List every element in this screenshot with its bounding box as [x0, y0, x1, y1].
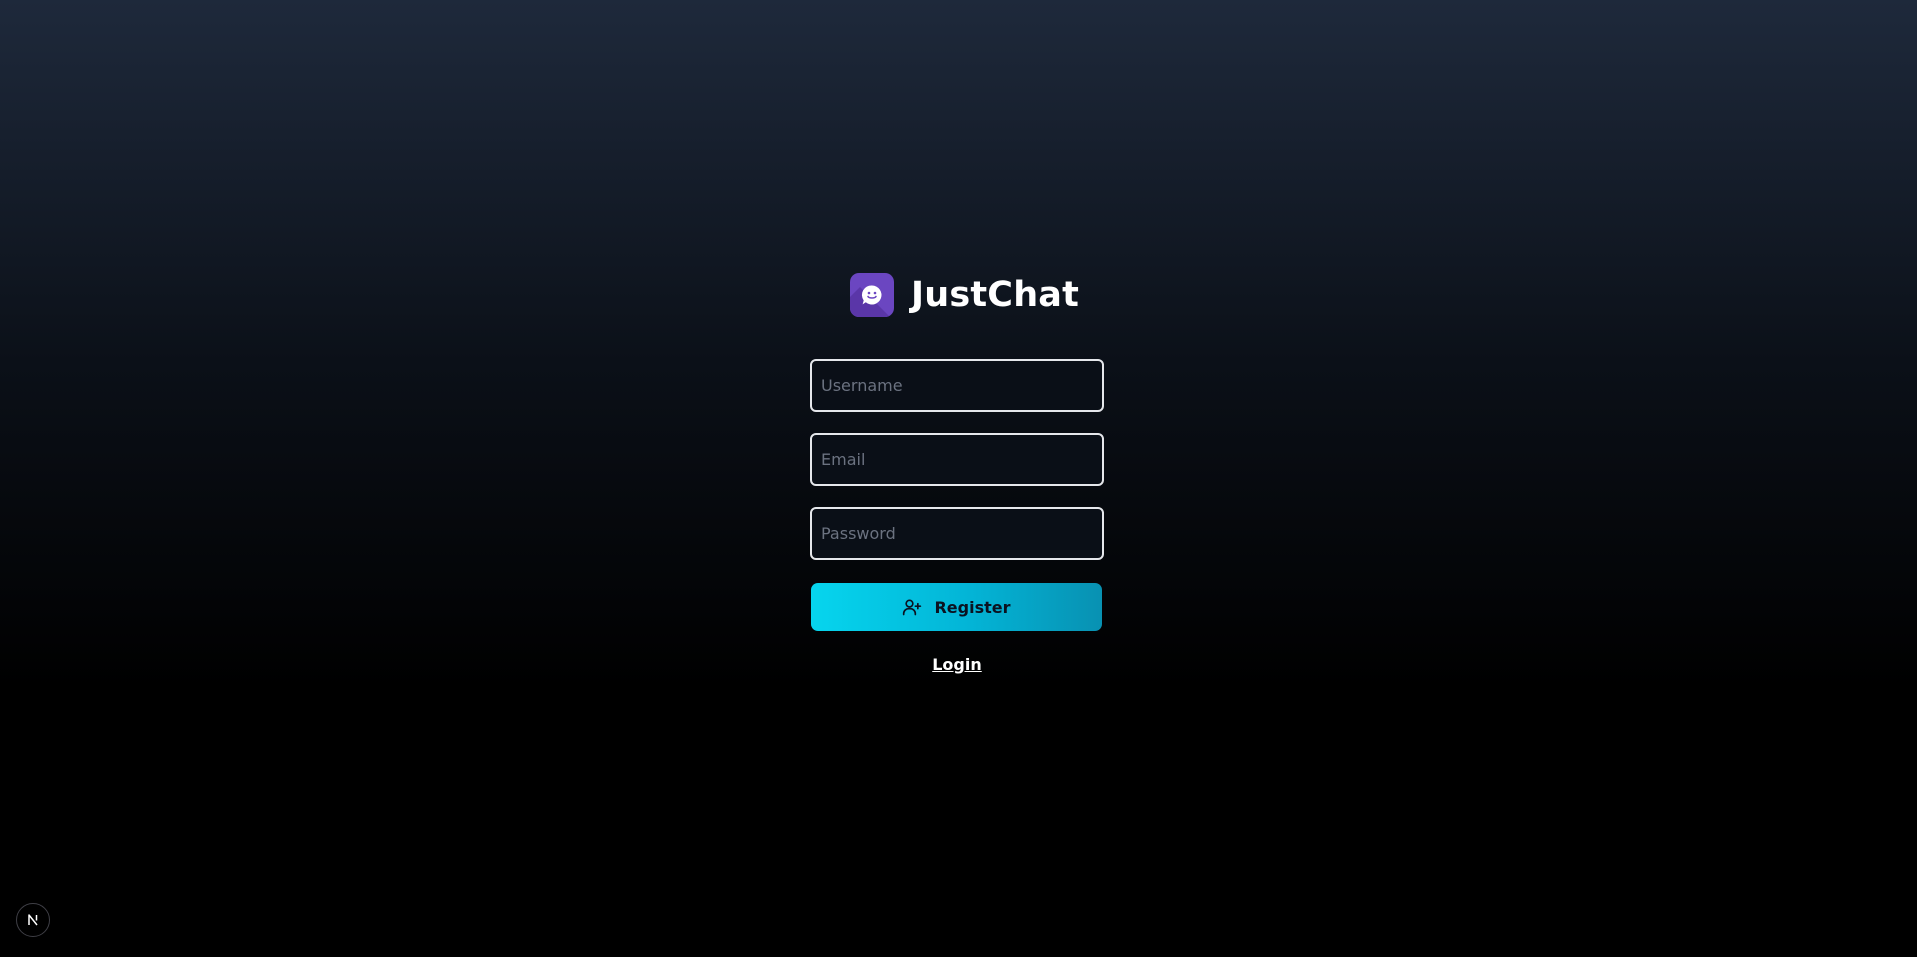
password-input[interactable] [810, 507, 1104, 560]
brand-header: JustChat [850, 272, 1079, 318]
email-input[interactable] [810, 433, 1104, 486]
login-link[interactable]: Login [0, 655, 1914, 674]
app-title: JustChat [911, 275, 1080, 315]
nextjs-logo-icon[interactable] [16, 903, 50, 937]
chat-bubble-smile-icon [850, 273, 894, 317]
user-plus-icon [902, 597, 922, 617]
register-button[interactable]: Register [811, 583, 1102, 631]
username-input[interactable] [810, 359, 1104, 412]
register-label: Register [934, 597, 1011, 617]
